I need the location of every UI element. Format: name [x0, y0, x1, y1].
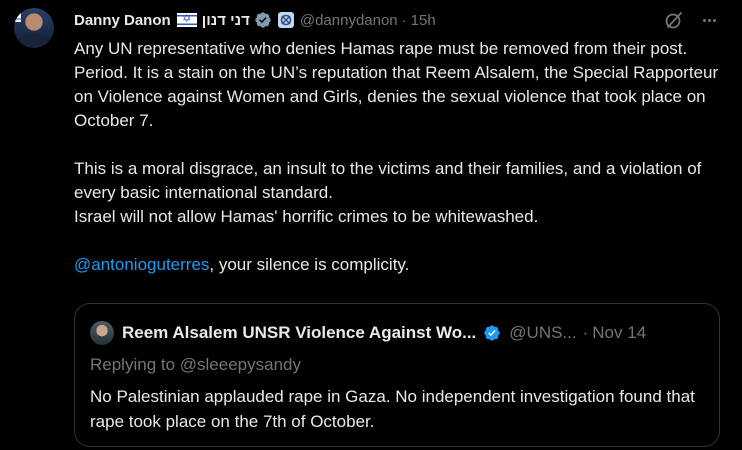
tweet[interactable]: Danny Danon דני דנון @dannydanon · 15h A…	[0, 0, 742, 450]
tweet-paragraph-1: Any UN representative who denies Hamas r…	[74, 39, 719, 130]
quoted-author-handle: @UNS...	[509, 323, 577, 342]
more-options-icon[interactable]	[699, 10, 719, 30]
tweet-timestamp[interactable]: 15h	[411, 12, 436, 29]
tweet-paragraph-3: @antonioguterres, your silence is compli…	[74, 253, 724, 277]
quoted-timestamp: Nov 14	[592, 323, 647, 342]
mention-link[interactable]: @antonioguterres	[74, 255, 209, 274]
replying-to-label: Replying to @sleeepysandy	[90, 355, 301, 374]
author-handle[interactable]: @dannydanon	[300, 12, 398, 29]
author-hebrew-name[interactable]: דני דנון	[202, 12, 250, 29]
verified-badge-icon	[483, 324, 501, 342]
government-affiliation-icon[interactable]	[277, 12, 294, 28]
author-avatar[interactable]	[14, 8, 54, 48]
quoted-author-avatar	[90, 321, 114, 345]
israel-flag-icon	[176, 12, 197, 27]
quoted-header-separator: ·	[582, 323, 589, 342]
quoted-tweet-header: Reem Alsalem UNSR Violence Against Wo...…	[122, 322, 646, 344]
verified-badge-icon[interactable]	[254, 11, 272, 29]
tweet-text: Any UN representative who denies Hamas r…	[74, 37, 724, 277]
header-separator: ·	[401, 11, 407, 29]
grok-icon[interactable]	[664, 10, 684, 30]
quoted-author-name: Reem Alsalem UNSR Violence Against Wo...	[122, 323, 477, 342]
quoted-tweet-text: No Palestinian applauded rape in Gaza. N…	[90, 387, 695, 431]
tweet-paragraph-2-line-1: This is a moral disgrace, an insult to t…	[74, 159, 702, 202]
tweet-paragraph-2-line-2: Israel will not allow Hamas' horrific cr…	[74, 207, 539, 226]
tweet-header: Danny Danon דני דנון @dannydanon · 15h	[74, 9, 436, 31]
author-name[interactable]: Danny Danon	[74, 12, 171, 29]
mention-tail-text: , your silence is complicity.	[209, 255, 410, 274]
quoted-tweet-card[interactable]: Reem Alsalem UNSR Violence Against Wo...…	[74, 303, 720, 447]
